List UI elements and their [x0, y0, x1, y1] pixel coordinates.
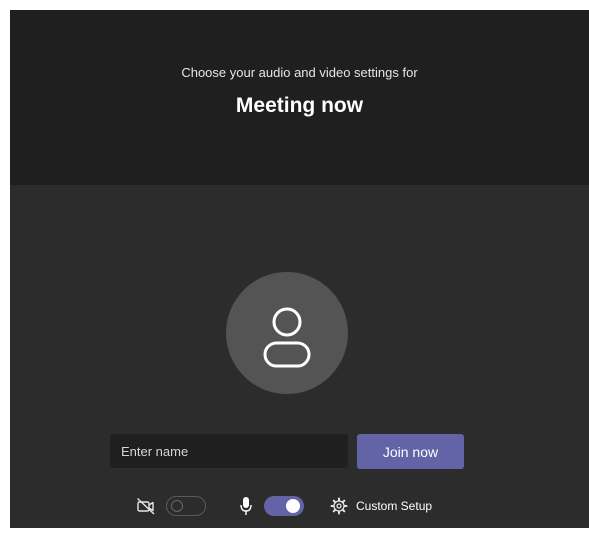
meeting-header: Choose your audio and video settings for… [10, 10, 589, 185]
settings-subtitle: Choose your audio and video settings for [181, 65, 418, 80]
name-input[interactable] [110, 434, 348, 468]
meeting-title: Meeting now [235, 94, 364, 117]
camera-toggle-knob [171, 500, 183, 512]
camera-toggle[interactable] [166, 496, 206, 516]
person-icon [263, 307, 311, 368]
microphone-toggle-knob [286, 499, 300, 513]
gear-icon [330, 497, 348, 515]
join-now-button[interactable]: Join now [357, 434, 464, 469]
microphone-toggle[interactable] [264, 496, 304, 516]
camera-off-icon[interactable] [136, 497, 156, 515]
bottom-edge [0, 528, 589, 540]
avatar [226, 272, 348, 394]
custom-setup-label: Custom Setup [356, 499, 433, 513]
custom-setup-button[interactable]: Custom Setup [330, 495, 432, 517]
microphone-icon[interactable] [239, 496, 253, 516]
prejoin-screen: Choose your audio and video settings for… [10, 10, 589, 528]
